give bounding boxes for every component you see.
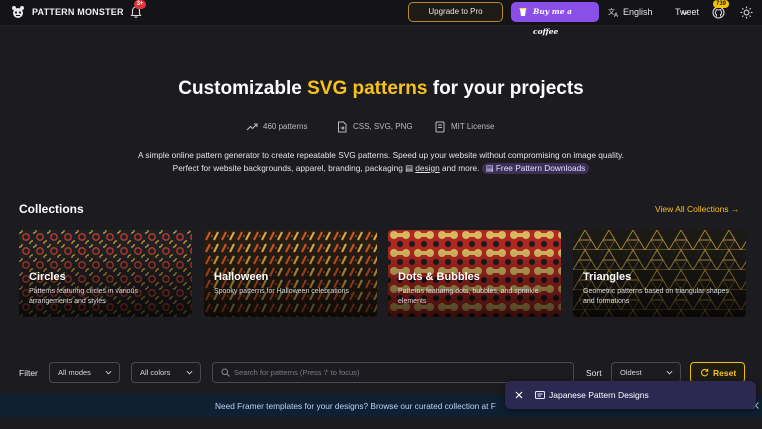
collections-heading: Collections	[19, 202, 84, 216]
toast-label[interactable]: Japanese Pattern Designs	[549, 390, 649, 400]
card-title: Triangles	[583, 271, 632, 283]
color-select[interactable]: All colors	[131, 362, 201, 383]
image-icon	[535, 390, 545, 400]
mode-select[interactable]: All modes	[49, 362, 120, 383]
japanese-patterns-toast: Japanese Pattern Designs	[505, 381, 756, 409]
buy-me-a-coffee-button[interactable]: Buy me a coffee	[511, 2, 599, 36]
coffee-label: Buy me a coffee	[533, 7, 572, 36]
trending-up-icon	[246, 121, 258, 133]
reset-button[interactable]: Reset	[690, 362, 745, 383]
chevron-down-icon	[105, 369, 112, 376]
download-icon: ▤	[485, 163, 496, 173]
free-downloads-link[interactable]: ▤ Free Pattern Downloads	[481, 163, 590, 174]
card-description: Patterns featuring circles in various ar…	[29, 288, 138, 305]
github-stars-badge: 739	[713, 0, 730, 8]
color-select-value: All colors	[140, 368, 171, 377]
card-description: Spooky patterns for Halloween celebratio…	[214, 288, 350, 295]
translate-icon: 文A	[608, 6, 620, 18]
brand-name[interactable]: PATTERN MONSTER	[32, 7, 124, 17]
chevron-down-icon	[666, 369, 673, 376]
sun-icon[interactable]	[740, 6, 753, 19]
card-title: Circles	[29, 271, 66, 283]
monster-logo-icon[interactable]	[11, 5, 25, 19]
file-export-icon	[336, 121, 348, 133]
search-placeholder: Search for patterns (Press '/' to focus)	[234, 368, 360, 377]
collection-card-triangles[interactable]: Triangles Geometric patterns based on tr…	[573, 230, 746, 317]
tweet-link[interactable]: Tweet	[675, 7, 699, 17]
coffee-cup-icon	[518, 7, 528, 17]
packaging-icon: ▤	[405, 163, 416, 173]
chevron-down-icon	[186, 369, 193, 376]
notification-badge: 3+	[134, 0, 146, 9]
upgrade-to-pro-button[interactable]: Upgrade to Pro	[408, 2, 503, 22]
license-icon	[434, 121, 446, 133]
card-description: Geometric patterns based on triangular s…	[583, 288, 729, 305]
filter-label: Filter	[19, 368, 38, 378]
banner-text[interactable]: Need Framer templates for your designs? …	[215, 401, 496, 411]
collection-card-dots-bubbles[interactable]: Dots & Bubbles Patterns featuring dots, …	[388, 230, 561, 317]
top-navbar: PATTERN MONSTER 3+ Upgrade to Pro Buy me…	[0, 0, 762, 36]
mode-select-value: All modes	[58, 368, 91, 377]
sort-select-value: Oldest	[620, 368, 642, 377]
hero-title-accent: SVG patterns	[307, 78, 428, 99]
search-icon	[221, 368, 230, 377]
view-all-collections-link[interactable]: View All Collections →	[655, 204, 739, 214]
card-description: Patterns featuring dots, bubbles, and sp…	[398, 288, 539, 305]
close-icon[interactable]	[515, 391, 523, 399]
hero-title: Customizable SVG patterns for your proje…	[178, 78, 584, 99]
collection-card-circles[interactable]: Circles Patterns featuring circles in va…	[19, 230, 192, 317]
card-title: Halloween	[214, 271, 269, 283]
refresh-icon	[700, 368, 709, 377]
sort-select[interactable]: Oldest	[611, 362, 681, 383]
language-label: English	[623, 7, 653, 17]
card-title: Dots & Bubbles	[398, 271, 480, 283]
reset-label: Reset	[713, 368, 737, 378]
design-link[interactable]: design	[415, 163, 439, 173]
hero-description: A simple online pattern generator to cre…	[138, 150, 624, 174]
svg-text:A: A	[614, 12, 619, 18]
search-input[interactable]: Search for patterns (Press '/' to focus)	[212, 362, 574, 383]
collection-card-halloween[interactable]: Halloween Spooky patterns for Halloween …	[204, 230, 377, 317]
sort-label: Sort	[586, 368, 602, 378]
